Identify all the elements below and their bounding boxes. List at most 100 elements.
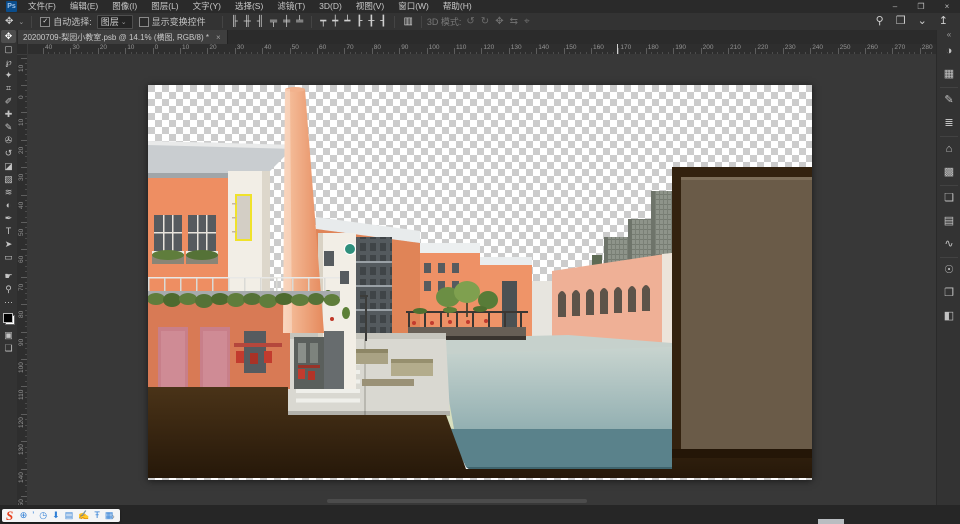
sogou-font-icon[interactable]: Ŧ — [94, 509, 100, 522]
swatches-panel-icon[interactable]: ▦ — [939, 63, 959, 86]
clone-stamp-tool[interactable]: ✇ — [1, 134, 16, 147]
eyedropper-tool[interactable]: ✐ — [1, 95, 16, 108]
align-right-icon[interactable]: ╢ — [257, 13, 264, 30]
zoom-tool[interactable]: ⚲ — [1, 283, 16, 296]
screen-mode-button[interactable]: ❏ — [1, 342, 16, 355]
crop-tool[interactable]: ⌗ — [1, 82, 16, 95]
move-tool-options-icon: ✥ — [5, 13, 13, 30]
auto-select-dropdown[interactable]: 图层 ⌄ — [97, 15, 133, 29]
brushes-panel-icon[interactable]: ✎ — [939, 89, 959, 112]
healing-brush-tool[interactable]: ✚ — [1, 108, 16, 121]
smudge-tool[interactable]: ≋ — [1, 186, 16, 199]
move-tool[interactable]: ✥ — [1, 30, 16, 43]
sogou-clock-icon[interactable]: ◷ — [39, 509, 47, 522]
menu-layer[interactable]: 图层(L) — [144, 0, 185, 13]
menu-view[interactable]: 视图(V) — [349, 0, 391, 13]
sogou-punct-icon[interactable]: ’ — [32, 509, 34, 522]
align-center-h-icon[interactable]: ╫ — [244, 13, 251, 30]
menu-type[interactable]: 文字(Y) — [186, 0, 228, 13]
menu-file[interactable]: 文件(F) — [21, 0, 63, 13]
type-tool[interactable]: T — [1, 225, 16, 238]
brown-building — [672, 167, 812, 458]
distribute-center-h-icon[interactable]: ╂ — [368, 13, 374, 30]
horizontal-scrollbar[interactable] — [327, 499, 587, 503]
menu-filter[interactable]: 滤镜(T) — [270, 0, 312, 13]
window-buttons: –❐× — [882, 0, 960, 13]
ruler-number: 20 — [100, 44, 107, 51]
distribute-center-v-icon[interactable]: ┿ — [332, 13, 338, 30]
document-tab[interactable]: 20200709-梨园小教室.psb @ 14.1% (横图, RGB/8) *… — [17, 30, 228, 44]
hand-tool[interactable]: ☛ — [1, 270, 16, 283]
align-center-v-icon[interactable]: ╪ — [283, 13, 290, 30]
tab-close-icon[interactable]: × — [216, 33, 221, 42]
dock-collapse-icon[interactable]: « — [947, 30, 951, 40]
layers-panel-icon[interactable]: ❏ — [939, 187, 959, 210]
distribute-spacing-icon[interactable]: ▥ — [403, 13, 412, 30]
input-method-bar[interactable]: S ⊕’◷⬇▤✍Ŧ▦ — [2, 509, 120, 522]
divider — [311, 16, 312, 28]
auto-select-checkbox[interactable]: ✓ — [40, 17, 50, 27]
menu-bar: Ps 文件(F)编辑(E)图像(I)图层(L)文字(Y)选择(S)滤镜(T)3D… — [0, 0, 960, 14]
menu-window[interactable]: 窗口(W) — [391, 0, 436, 13]
show-transform-checkbox[interactable] — [139, 17, 149, 27]
align-top-icon[interactable]: ╤ — [270, 13, 277, 30]
close-button[interactable]: × — [934, 0, 960, 13]
channels-panel-icon[interactable]: ▤ — [939, 210, 959, 233]
distribute-left-icon[interactable]: ┠ — [356, 13, 362, 30]
ruler-number: 280 — [922, 44, 933, 51]
adjustments-panel-icon[interactable]: ▩ — [939, 161, 959, 184]
gradient-tool[interactable]: ▨ — [1, 173, 16, 186]
brush-tool[interactable]: ✎ — [1, 121, 16, 134]
menu-image[interactable]: 图像(I) — [105, 0, 144, 13]
libraries-panel-icon[interactable]: ⌂ — [939, 138, 959, 161]
align-left-icon[interactable]: ╟ — [231, 13, 238, 30]
input-bar-expand-icon[interactable]: › — [112, 512, 115, 521]
restore-button[interactable]: ❐ — [908, 0, 934, 13]
pen-tool[interactable]: ✒ — [1, 212, 16, 225]
sogou-download-icon[interactable]: ⬇ — [52, 509, 60, 522]
document-canvas[interactable] — [148, 85, 812, 480]
color-panel-icon[interactable]: ◑ — [939, 40, 959, 63]
dock-divider — [940, 185, 958, 186]
lasso-tool[interactable]: ℘ — [1, 56, 16, 69]
tool-preset-caret-icon[interactable]: ⌄ — [18, 18, 24, 26]
edit-toolbar-icon[interactable]: ⋯ — [1, 296, 16, 309]
menu-3d[interactable]: 3D(D) — [312, 0, 349, 13]
shape-tool[interactable]: ▭ — [1, 251, 16, 264]
marquee-tool[interactable]: ▢ — [1, 43, 16, 56]
sogou-handwriting-icon[interactable]: ✍ — [78, 509, 89, 522]
minimize-button[interactable]: – — [882, 0, 908, 13]
share-icon[interactable]: ↥ — [939, 13, 948, 30]
distribute-bottom-icon[interactable]: ┷ — [344, 13, 350, 30]
menu-select[interactable]: 选择(S) — [228, 0, 270, 13]
water-front — [448, 429, 672, 473]
3d-orbit-icon: ↺ — [466, 13, 474, 30]
ruler-number: 190 — [675, 44, 686, 51]
eraser-tool[interactable]: ◪ — [1, 160, 16, 173]
distribute-top-icon[interactable]: ┯ — [320, 13, 326, 30]
ruler-number: 140 — [538, 44, 549, 51]
properties-panel-icon[interactable]: ≣ — [939, 112, 959, 135]
search-icon[interactable]: ⚲ — [876, 13, 884, 30]
workspace-caret-icon[interactable]: ⌄ — [918, 13, 927, 30]
learn-panel-icon[interactable]: ☉ — [939, 259, 959, 282]
histogram-panel-icon[interactable]: ◧ — [939, 305, 959, 328]
path-select-tool[interactable]: ➤ — [1, 238, 16, 251]
tools-panel: ✥▢℘✦⌗✐✚✎✇↺◪▨≋◐✒T➤▭ ☛⚲⋯ ▣ ❏ — [0, 30, 18, 505]
align-bottom-icon[interactable]: ╧ — [296, 13, 303, 30]
dodge-tool[interactable]: ◐ — [1, 199, 16, 212]
workspace-icon[interactable]: ❒ — [896, 13, 906, 30]
distribute-right-icon[interactable]: ┨ — [380, 13, 386, 30]
menu-edit[interactable]: 编辑(E) — [63, 0, 105, 13]
notes-panel-icon[interactable]: ❐ — [939, 282, 959, 305]
sogou-logo-icon[interactable]: S — [6, 509, 13, 522]
sogou-keyboard-icon[interactable]: ▤ — [65, 509, 74, 522]
quick-mask-button[interactable]: ▣ — [1, 329, 16, 342]
quick-select-tool[interactable]: ✦ — [1, 69, 16, 82]
color-swatches[interactable] — [3, 313, 15, 325]
history-brush-tool[interactable]: ↺ — [1, 147, 16, 160]
foreground-color-swatch[interactable] — [3, 313, 13, 323]
paths-panel-icon[interactable]: ∿ — [939, 233, 959, 256]
sogou-status-icon[interactable]: ⊕ — [20, 509, 28, 522]
menu-help[interactable]: 帮助(H) — [436, 0, 479, 13]
